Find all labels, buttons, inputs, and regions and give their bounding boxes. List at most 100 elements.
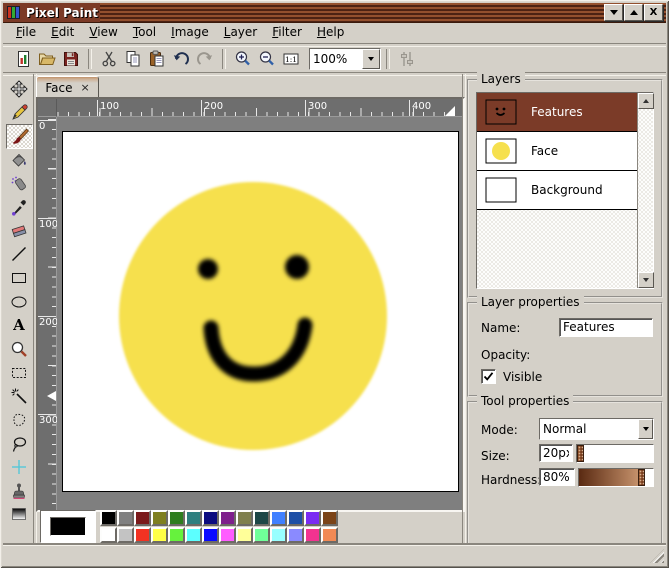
mode-value[interactable]: [540, 419, 638, 439]
palette-swatch[interactable]: [219, 510, 236, 526]
tool-paintbrush-button[interactable]: [6, 124, 33, 149]
tool-airbrush-button[interactable]: [6, 172, 31, 195]
tab-face[interactable]: Face ×: [36, 76, 99, 99]
palette-swatch[interactable]: [100, 510, 117, 526]
tool-move-button[interactable]: [6, 77, 31, 100]
layer-row-background[interactable]: Background: [477, 171, 638, 210]
tool-gradient-button[interactable]: [6, 502, 31, 525]
tool-rectangle-button[interactable]: [6, 266, 31, 289]
size-slider-handle[interactable]: [577, 445, 584, 462]
palette-swatch[interactable]: [253, 510, 270, 526]
hardness-slider-handle[interactable]: [638, 469, 645, 486]
palette-swatch[interactable]: [134, 527, 151, 543]
copy-button[interactable]: [121, 47, 145, 71]
palette-swatch[interactable]: [304, 510, 321, 526]
palette-swatch[interactable]: [270, 510, 287, 526]
palette-swatch[interactable]: [134, 510, 151, 526]
tool-eraser-button[interactable]: [6, 219, 31, 242]
menu-image[interactable]: Image: [165, 23, 215, 41]
palette-swatch[interactable]: [236, 510, 253, 526]
cut-button[interactable]: [97, 47, 121, 71]
drawing-canvas[interactable]: [62, 131, 459, 492]
size-input[interactable]: [540, 445, 572, 461]
scroll-down-button[interactable]: [638, 272, 654, 288]
palette-swatch[interactable]: [168, 527, 185, 543]
tool-line-button[interactable]: [6, 242, 31, 265]
zoom-out-button[interactable]: [255, 47, 279, 71]
hardness-input[interactable]: [540, 469, 574, 485]
layers-scrollbar[interactable]: [637, 93, 653, 288]
tool-ellipse-button[interactable]: [6, 290, 31, 313]
adjustments-button[interactable]: [395, 47, 419, 71]
menu-edit[interactable]: Edit: [45, 23, 80, 41]
palette-swatch[interactable]: [321, 527, 338, 543]
tool-rect-select-button[interactable]: [6, 361, 31, 384]
palette-swatch[interactable]: [151, 527, 168, 543]
pasteboard: [57, 117, 463, 510]
mode-dropdown-button[interactable]: [638, 419, 653, 439]
palette-swatch[interactable]: [219, 527, 236, 543]
redo-button[interactable]: [193, 47, 217, 71]
tool-lasso-button[interactable]: [6, 432, 31, 455]
menu-help[interactable]: Help: [311, 23, 350, 41]
size-slider[interactable]: [576, 444, 654, 463]
save-button[interactable]: [59, 47, 83, 71]
palette-swatch[interactable]: [117, 527, 134, 543]
palette-swatch[interactable]: [100, 527, 117, 543]
menu-layer[interactable]: Layer: [218, 23, 263, 41]
tool-clone-stamp-button[interactable]: [6, 479, 31, 502]
palette-swatch[interactable]: [151, 510, 168, 526]
zoom-in-button[interactable]: [231, 47, 255, 71]
paste-button[interactable]: [145, 47, 169, 71]
palette-swatch[interactable]: [236, 527, 253, 543]
undo-button[interactable]: [169, 47, 193, 71]
palette-swatch[interactable]: [185, 527, 202, 543]
palette-swatch[interactable]: [304, 527, 321, 543]
palette-swatch[interactable]: [168, 510, 185, 526]
tab-close-button[interactable]: ×: [80, 82, 89, 93]
mode-combobox[interactable]: [539, 418, 654, 440]
zoom-level-dropdown-button[interactable]: [362, 49, 380, 69]
layer-name-input[interactable]: [560, 319, 652, 335]
open-button[interactable]: [35, 47, 59, 71]
palette-swatch[interactable]: [202, 527, 219, 543]
menu-tool[interactable]: Tool: [127, 23, 162, 41]
tool-guides-button[interactable]: [6, 455, 31, 478]
hardness-slider[interactable]: [578, 468, 654, 487]
menu-filter[interactable]: Filter: [266, 23, 308, 41]
tool-color-picker-button[interactable]: [6, 195, 31, 218]
tool-free-select-button[interactable]: [6, 408, 31, 431]
layer-row-face[interactable]: Face: [477, 132, 638, 171]
minimize-button[interactable]: [604, 4, 623, 21]
current-color-indicator[interactable]: [40, 510, 96, 543]
zoom-level-combobox[interactable]: [309, 48, 381, 70]
scroll-up-button[interactable]: [638, 93, 654, 109]
tool-text-button[interactable]: A: [6, 313, 31, 336]
palette-swatch[interactable]: [270, 527, 287, 543]
resize-grip[interactable]: [650, 549, 664, 563]
palette-swatch[interactable]: [185, 510, 202, 526]
menu-bar: File Edit View Tool Image Layer Filter H…: [3, 22, 666, 42]
palette-swatch[interactable]: [287, 527, 304, 543]
zoom-level-value[interactable]: [310, 49, 362, 69]
maximize-button[interactable]: [624, 4, 643, 21]
layer-thumbnail: [485, 177, 517, 203]
tool-pencil-button[interactable]: [6, 101, 31, 124]
visible-checkbox[interactable]: [481, 369, 496, 384]
title-bar[interactable]: Pixel Paint X: [3, 3, 666, 23]
tool-fill-button[interactable]: [6, 148, 31, 171]
tool-magic-wand-button[interactable]: [6, 384, 31, 407]
menu-view[interactable]: View: [83, 23, 123, 41]
layer-row-features[interactable]: Features: [477, 93, 638, 132]
palette-swatch[interactable]: [253, 527, 270, 543]
palette-swatch[interactable]: [321, 510, 338, 526]
main-toolbar: 1:1: [3, 45, 666, 72]
palette-swatch[interactable]: [117, 510, 134, 526]
tool-zoom-button[interactable]: [6, 337, 31, 360]
actual-size-button[interactable]: 1:1: [279, 47, 303, 71]
new-button[interactable]: [11, 47, 35, 71]
menu-file[interactable]: File: [10, 23, 42, 41]
palette-swatch[interactable]: [202, 510, 219, 526]
close-button[interactable]: X: [644, 4, 663, 21]
palette-swatch[interactable]: [287, 510, 304, 526]
